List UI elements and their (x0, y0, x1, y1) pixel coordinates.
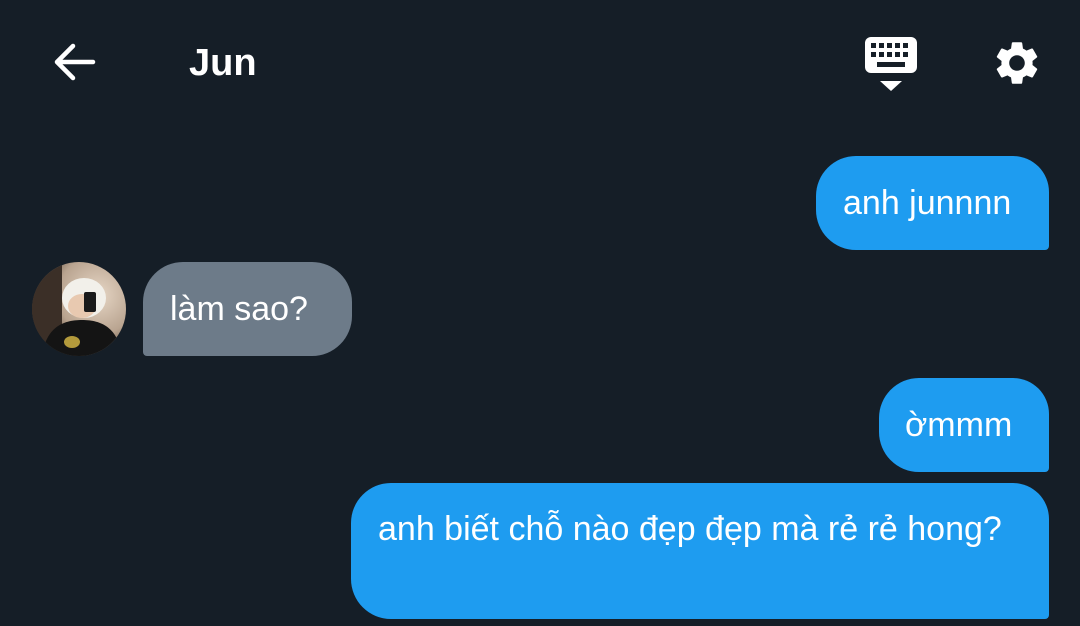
keyboard-hide-icon (865, 37, 917, 91)
incoming-message[interactable]: làm sao? (143, 262, 352, 356)
gear-icon (996, 42, 1038, 84)
outgoing-message[interactable]: ờmmm (879, 378, 1049, 472)
chat-header: Jun (0, 0, 1080, 124)
avatar[interactable] (32, 262, 126, 356)
chat-screen: Jun anh junnnn làm sao? ờmmm anh biết ch… (0, 0, 1080, 626)
avatar-photo (32, 262, 126, 356)
outgoing-message[interactable]: anh biết chỗ nào đẹp đẹp mà rẻ rẻ hong? (351, 483, 1049, 619)
settings-button[interactable] (985, 32, 1049, 94)
outgoing-message[interactable]: anh junnnn (816, 156, 1049, 250)
keyboard-toggle-button[interactable] (858, 34, 924, 94)
back-button[interactable] (44, 36, 104, 88)
page-title: Jun (189, 42, 257, 84)
arrow-left-icon (54, 43, 96, 81)
